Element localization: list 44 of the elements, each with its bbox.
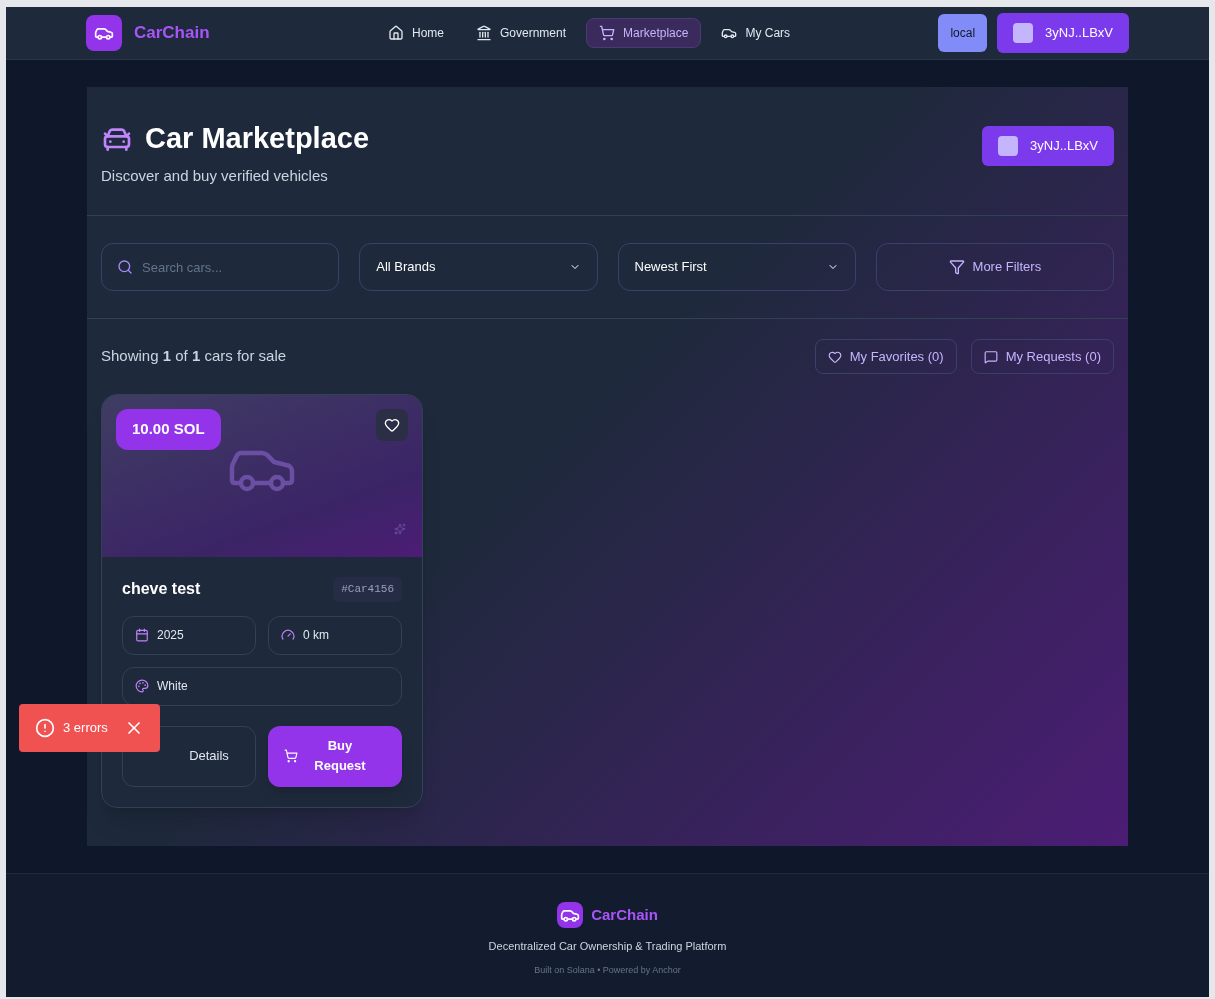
home-icon xyxy=(388,25,404,41)
heart-icon xyxy=(827,349,842,364)
error-count: 3 errors xyxy=(63,719,108,738)
sort-select[interactable]: Newest First xyxy=(617,243,856,291)
mileage-chip: 0 km xyxy=(268,615,402,655)
buy-request-button[interactable]: Buy Request xyxy=(268,725,402,787)
wallet-button[interactable]: 3yNJ..LBxV xyxy=(997,13,1129,53)
car-name: cheve test xyxy=(122,579,201,600)
search-field[interactable]: Search cars... xyxy=(101,243,340,291)
sparkle-icon xyxy=(394,523,406,535)
car-logo-icon xyxy=(557,902,584,928)
footer-brand: CarChain xyxy=(591,904,658,925)
brand-name[interactable]: CarChain xyxy=(134,20,210,46)
message-icon xyxy=(983,349,998,364)
brand-select[interactable]: All Brands xyxy=(359,243,598,291)
favorites-button[interactable]: My Favorites (0) xyxy=(814,339,957,374)
more-filters-button[interactable]: More Filters xyxy=(875,243,1114,291)
nav-link[interactable]: My Cars xyxy=(709,18,803,48)
search-icon xyxy=(117,259,133,275)
palette-icon xyxy=(135,679,149,693)
page-title: Car Marketplace xyxy=(145,121,370,156)
heart-icon xyxy=(384,417,400,433)
year-chip: 2025 xyxy=(122,615,256,655)
nav-link[interactable]: Marketplace xyxy=(586,18,702,48)
results-count: Showing 1 of 1 cars for sale xyxy=(101,346,287,367)
footer-tagline: Decentralized Car Ownership & Trading Platform xyxy=(488,939,727,954)
nav-link[interactable]: Government xyxy=(464,18,579,48)
alert-icon xyxy=(35,718,55,738)
price-badge: 10.00 SOL xyxy=(116,409,221,450)
network-badge[interactable]: local xyxy=(938,14,988,52)
page-subtitle: Discover and buy verified vehicles xyxy=(101,165,329,186)
footer-credits: Built on Solana • Powered by Anchor xyxy=(534,963,681,977)
bank-icon xyxy=(476,25,492,41)
calendar-icon xyxy=(135,628,149,642)
cart-icon xyxy=(284,749,298,763)
favorite-button[interactable] xyxy=(376,409,408,441)
nav-link[interactable]: Home xyxy=(376,18,456,48)
requests-button[interactable]: My Requests (0) xyxy=(970,339,1114,374)
gauge-icon xyxy=(281,628,295,642)
car-logo-icon xyxy=(86,15,122,51)
cart-icon xyxy=(599,25,616,41)
car-id-tag: #Car4156 xyxy=(333,577,402,602)
wallet-button[interactable]: 3yNJ..LBxV xyxy=(982,126,1114,166)
filter-icon xyxy=(948,259,965,275)
